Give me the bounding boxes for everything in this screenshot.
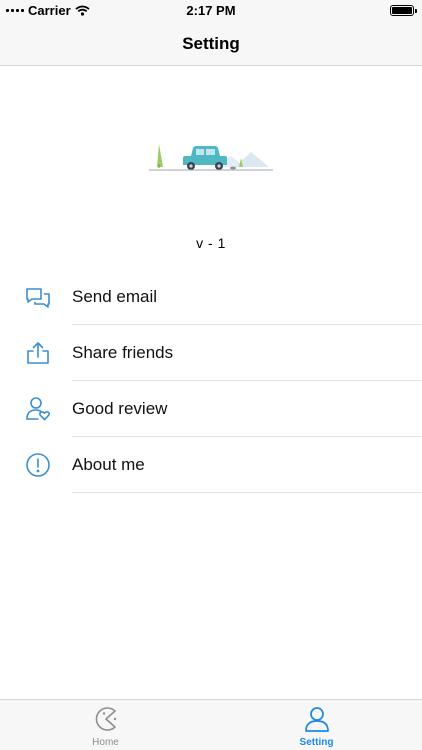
navigation-bar: Setting bbox=[0, 22, 422, 66]
send-email-label: Send email bbox=[72, 287, 158, 306]
pacman-icon bbox=[95, 707, 117, 731]
share-friends-item[interactable]: Share friends bbox=[0, 325, 422, 381]
battery-icon bbox=[390, 5, 417, 16]
info-icon bbox=[26, 453, 50, 477]
tab-home[interactable]: Home bbox=[0, 700, 211, 750]
page-title: Setting bbox=[182, 33, 240, 53]
version-label: v - 1 bbox=[196, 235, 226, 251]
good-review-label: Good review bbox=[72, 399, 168, 418]
tab-bar: Home Setting bbox=[0, 699, 422, 750]
good-review-item[interactable]: Good review bbox=[0, 381, 422, 437]
settings-menu: Send email Share friends Good review Abo… bbox=[0, 269, 422, 493]
about-me-item[interactable]: About me bbox=[0, 437, 422, 493]
tab-home-label: Home bbox=[92, 737, 119, 748]
share-friends-label: Share friends bbox=[72, 343, 174, 362]
user-heart-icon bbox=[26, 397, 50, 421]
car-landscape-illustration bbox=[149, 144, 273, 171]
tab-setting[interactable]: Setting bbox=[211, 700, 422, 750]
tab-setting-label: Setting bbox=[299, 737, 334, 748]
share-icon bbox=[27, 342, 49, 364]
about-me-label: About me bbox=[72, 455, 145, 474]
chat-bubbles-icon bbox=[26, 288, 50, 308]
send-email-item[interactable]: Send email bbox=[0, 269, 422, 325]
status-bar: Carrier 2:17 PM bbox=[0, 0, 422, 22]
user-icon bbox=[305, 707, 329, 732]
status-time: 2:17 PM bbox=[186, 3, 236, 18]
